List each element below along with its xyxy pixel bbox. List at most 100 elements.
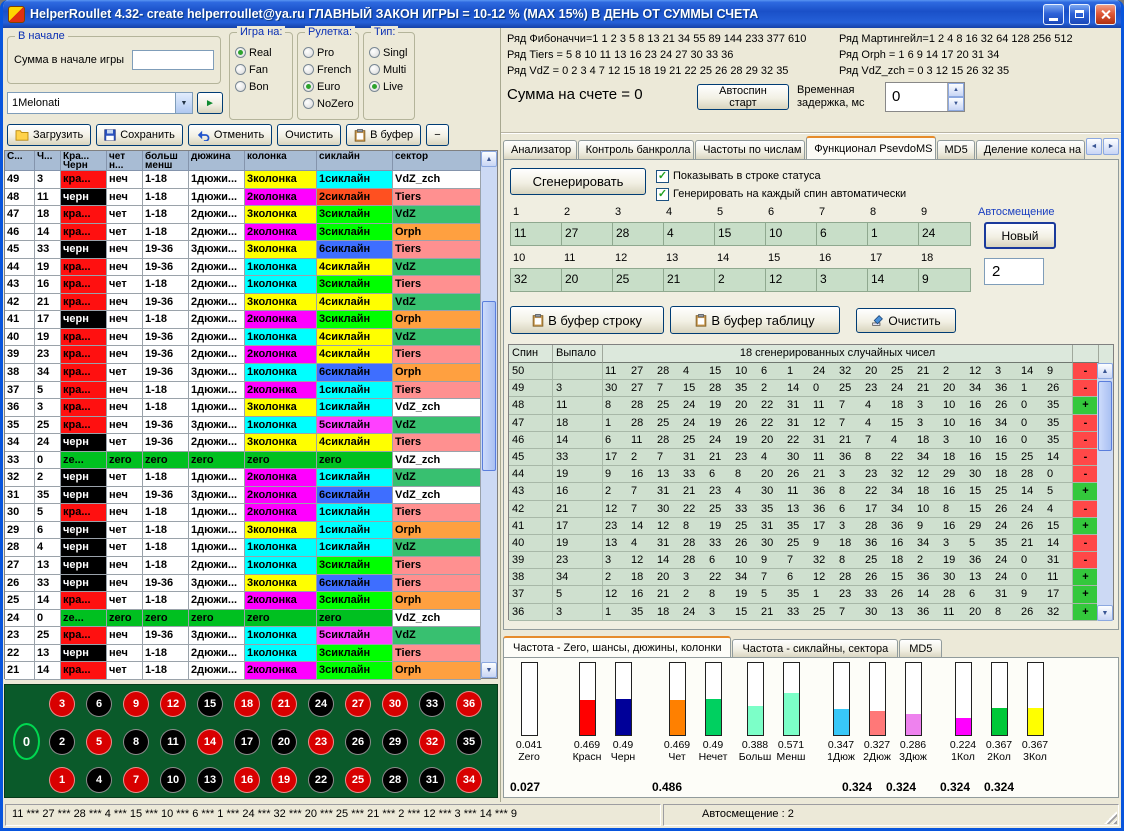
checkbox-Генерировать на каждый спин автоматически[interactable]: ✓Генерировать на каждый спин автоматичес…	[656, 185, 906, 203]
generated-row[interactable]: 44199161333682026213233212293018280-	[509, 466, 1113, 483]
board-number-4[interactable]: 4	[86, 767, 112, 793]
minimize-button[interactable]	[1043, 4, 1064, 25]
spin-row[interactable]: 4811черннеч1-181дюжи...2колонка2сиклайнT…	[5, 189, 481, 207]
board-number-29[interactable]: 29	[382, 729, 408, 755]
tab-Контроль банкролла[interactable]: Контроль банкролла	[578, 140, 694, 159]
spin-row[interactable]: 2514кра...чет1-182дюжи...2колонка3сиклай…	[5, 592, 481, 610]
board-number-20[interactable]: 20	[271, 729, 297, 755]
board-number-0[interactable]: 0	[13, 723, 40, 760]
spin-row[interactable]: 330ze...zerozerozerozerozeroVdZ_zch	[5, 452, 481, 470]
radio-option-Live[interactable]: Live	[369, 78, 414, 95]
generated-row[interactable]: 50112728415106124322025212123149-	[509, 363, 1113, 380]
scroll-down-button[interactable]: ▼	[1097, 605, 1113, 621]
spin-row[interactable]: 4718кра...чет1-182дюжи...3колонка3сиклай…	[5, 206, 481, 224]
spin-row[interactable]: 3135черннеч19-363дюжи...2колонка6сиклайн…	[5, 487, 481, 505]
board-number-28[interactable]: 28	[382, 767, 408, 793]
copy-button[interactable]: В буфер	[346, 124, 421, 146]
board-number-25[interactable]: 25	[345, 767, 371, 793]
board-number-10[interactable]: 10	[160, 767, 186, 793]
board-number-9[interactable]: 9	[123, 691, 149, 717]
spin-row[interactable]: 2325кра...неч19-363дюжи...1колонка5сикла…	[5, 627, 481, 645]
radio-option-Pro[interactable]: Pro	[303, 44, 358, 61]
radio-option-Real[interactable]: Real	[235, 44, 292, 61]
start-sum-input[interactable]	[132, 50, 214, 70]
spin-row[interactable]: 4221кра...неч19-362дюжи...3колонка4сикла…	[5, 294, 481, 312]
autoshift-input[interactable]: 2	[984, 258, 1044, 285]
board-number-24[interactable]: 24	[308, 691, 334, 717]
board-number-36[interactable]: 36	[456, 691, 482, 717]
collapse-button[interactable]: −	[426, 124, 448, 146]
radio-option-Bon[interactable]: Bon	[235, 78, 292, 95]
radio-option-NoZero[interactable]: NoZero	[303, 95, 358, 112]
tab-Деление колеса на[interactable]: Деление колеса на	[976, 140, 1085, 159]
spin-row[interactable]: 4117черннеч1-182дюжи...2колонка3сиклайнO…	[5, 311, 481, 329]
board-number-23[interactable]: 23	[308, 729, 334, 755]
generated-table-scrollbar[interactable]: ▲ ▼	[1097, 363, 1113, 621]
spinner-down-button[interactable]: ▼	[948, 97, 964, 111]
board-number-35[interactable]: 35	[456, 729, 482, 755]
generate-button[interactable]: Сгенерировать	[510, 168, 646, 195]
board-number-15[interactable]: 15	[197, 691, 223, 717]
spin-row[interactable]: 493кра...неч1-181дюжи...3колонка1сиклайн…	[5, 171, 481, 189]
board-number-22[interactable]: 22	[308, 767, 334, 793]
radio-option-Singl[interactable]: Singl	[369, 44, 414, 61]
radio-option-Fan[interactable]: Fan	[235, 61, 292, 78]
play-button[interactable]: ►	[197, 92, 223, 114]
board-number-11[interactable]: 11	[160, 729, 186, 755]
spin-row[interactable]: 363кра...неч1-181дюжи...3колонка1сиклайн…	[5, 399, 481, 417]
copy-table-button[interactable]: В буфер таблицу	[670, 306, 840, 334]
scroll-up-button[interactable]: ▲	[481, 151, 497, 167]
board-number-14[interactable]: 14	[197, 729, 223, 755]
preset-combobox[interactable]: 1Melonati ▼	[7, 92, 193, 114]
board-number-19[interactable]: 19	[271, 767, 297, 793]
generated-row[interactable]: 48118282524192022311174183101626035+	[509, 397, 1113, 414]
spin-row[interactable]: 2633черннеч19-363дюжи...3колонка6сиклайн…	[5, 575, 481, 593]
spin-row[interactable]: 296чернчет1-181дюжи...3колонка1сиклайнOr…	[5, 522, 481, 540]
generated-row[interactable]: 38342182032234761228261536301324011+	[509, 569, 1113, 586]
maximize-button[interactable]	[1069, 4, 1090, 25]
generated-row[interactable]: 36313518243152133257301336112082632+	[509, 604, 1113, 621]
board-number-16[interactable]: 16	[234, 767, 260, 793]
autospin-start-button[interactable]: Автоспин старт	[697, 84, 789, 110]
spin-row[interactable]: 305кра...неч1-181дюжи...2колонка1сиклайн…	[5, 504, 481, 522]
radio-option-Euro[interactable]: Euro	[303, 78, 358, 95]
board-number-33[interactable]: 33	[419, 691, 445, 717]
board-number-12[interactable]: 12	[160, 691, 186, 717]
scroll-down-button[interactable]: ▼	[481, 662, 497, 678]
generated-row[interactable]: 4117231412819253135173283691629242615+	[509, 518, 1113, 535]
scroll-up-button[interactable]: ▲	[1097, 363, 1113, 379]
board-number-1[interactable]: 1	[49, 767, 75, 793]
undo-button[interactable]: Отменить	[188, 124, 272, 146]
spin-row[interactable]: 4019кра...неч19-362дюжи...1колонка4сикла…	[5, 329, 481, 347]
spin-row[interactable]: 2713черннеч1-182дюжи...1колонка3сиклайнT…	[5, 557, 481, 575]
board-number-30[interactable]: 30	[382, 691, 408, 717]
save-button[interactable]: Сохранить	[96, 124, 183, 146]
generated-row[interactable]: 49330277152835214025232421203436126-	[509, 380, 1113, 397]
tab-MD5[interactable]: MD5	[937, 140, 975, 159]
tab-Анализатор[interactable]: Анализатор	[503, 140, 577, 159]
spin-row[interactable]: 4316кра...чет1-182дюжи...1колонка3сиклай…	[5, 276, 481, 294]
tab-scroll-left-button[interactable]: ◄	[1086, 138, 1102, 155]
generated-row[interactable]: 47181282524192622311274153101634035-	[509, 415, 1113, 432]
tab-Функционал PsevdoMS[interactable]: Функционал PsevdoMS	[806, 136, 935, 159]
spin-row[interactable]: 4419кра...неч19-362дюжи...1колонка4сикла…	[5, 259, 481, 277]
board-number-21[interactable]: 21	[271, 691, 297, 717]
scrollbar-thumb[interactable]	[1098, 381, 1112, 451]
spin-row[interactable]: 2114кра...чет1-182дюжи...2колонка3сиклай…	[5, 662, 481, 680]
generated-row[interactable]: 422112730222533351336617341081526244-	[509, 501, 1113, 518]
board-number-5[interactable]: 5	[86, 729, 112, 755]
resize-grip-icon[interactable]	[1104, 811, 1117, 824]
spin-row[interactable]: 3834кра...чет19-363дюжи...1колонка6сикла…	[5, 364, 481, 382]
board-number-31[interactable]: 31	[419, 767, 445, 793]
board-number-2[interactable]: 2	[49, 729, 75, 755]
spinner-up-button[interactable]: ▲	[948, 83, 964, 97]
close-button[interactable]	[1095, 4, 1116, 25]
board-number-27[interactable]: 27	[345, 691, 371, 717]
spin-row[interactable]: 375кра...неч1-181дюжи...2колонка1сиклайн…	[5, 382, 481, 400]
generated-row[interactable]: 43162731212343011368223418161525145+	[509, 483, 1113, 500]
generated-row[interactable]: 392331214286109732825182193624031-	[509, 552, 1113, 569]
delay-spinner[interactable]: 0 ▲ ▼	[885, 82, 965, 112]
spins-table-scrollbar[interactable]: ▲ ▼	[481, 151, 497, 678]
combo-dropdown-button[interactable]: ▼	[175, 93, 192, 113]
spin-row[interactable]: 3525кра...неч19-363дюжи...1колонка5сикла…	[5, 417, 481, 435]
